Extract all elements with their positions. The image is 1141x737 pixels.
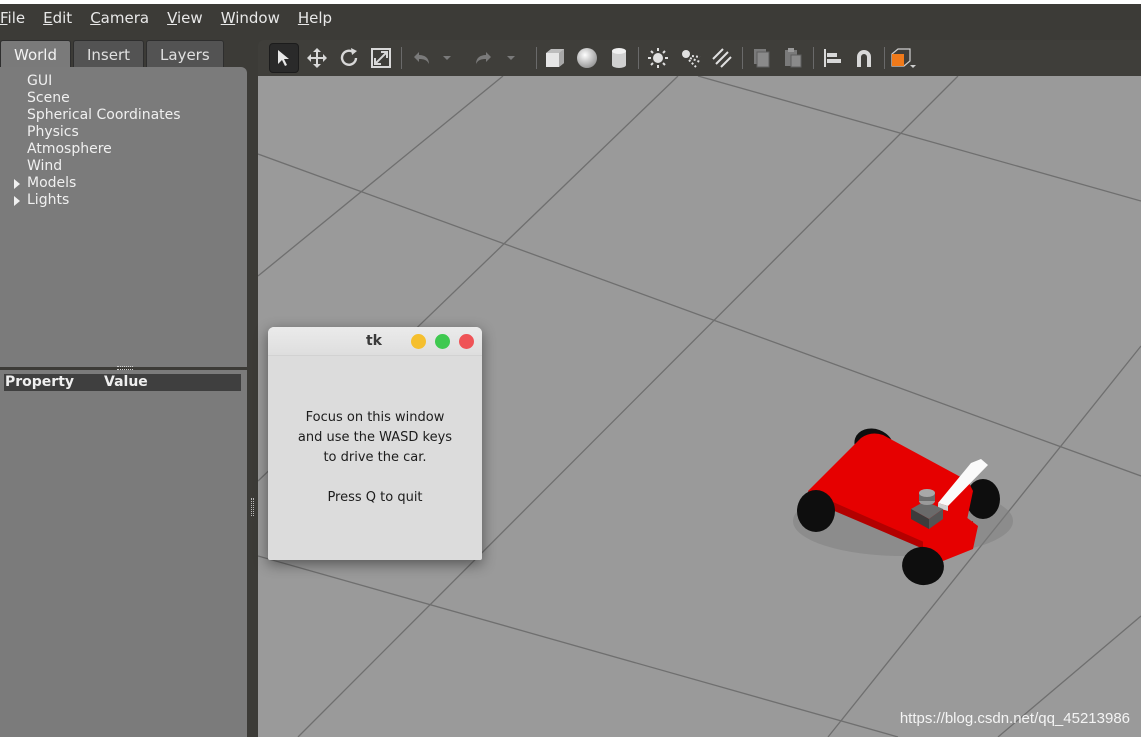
tk-message: Focus on this window and use the WASD ke… — [268, 408, 482, 508]
toolbar-separator — [401, 47, 402, 69]
tk-line-2: and use the WASD keys — [297, 430, 453, 445]
tree-item-lights[interactable]: Lights — [14, 192, 70, 209]
menu-help[interactable]: Help — [298, 9, 341, 27]
tree-item-atmosphere[interactable]: Atmosphere — [27, 141, 112, 158]
minimize-button[interactable] — [411, 334, 426, 349]
sphere-shape-icon[interactable] — [572, 43, 602, 73]
tree-item-scene[interactable]: Scene — [27, 90, 70, 107]
vertical-splitter[interactable] — [247, 32, 258, 737]
menu-edit[interactable]: Edit — [43, 9, 90, 27]
tree-item-lights-label: Lights — [27, 192, 70, 208]
toolbar-separator — [813, 47, 814, 69]
property-panel: Property Value — [0, 370, 247, 737]
tab-insert[interactable]: Insert — [73, 40, 145, 68]
box-shape-icon[interactable] — [540, 43, 570, 73]
menu-file[interactable]: File — [0, 9, 43, 27]
menubar: File Edit Camera View Window Help — [0, 4, 1141, 32]
paste-icon[interactable] — [778, 43, 808, 73]
view-angle-icon[interactable] — [888, 43, 918, 73]
property-header: Property Value — [4, 374, 241, 391]
expand-arrow-icon[interactable] — [14, 196, 20, 206]
tree-item-physics[interactable]: Physics — [27, 124, 79, 141]
toolbar-separator — [884, 47, 885, 69]
tree-item-models[interactable]: Models — [14, 175, 77, 192]
close-button[interactable] — [459, 334, 474, 349]
undo-dropdown-icon[interactable] — [438, 43, 456, 73]
scale-icon[interactable] — [366, 43, 396, 73]
toolbar — [258, 40, 1141, 76]
red-car-model[interactable] — [783, 421, 1033, 591]
spot-light-icon[interactable] — [675, 43, 705, 73]
gazebo-app: File Edit Camera View Window Help World … — [0, 0, 1141, 737]
menu-window[interactable]: Window — [221, 9, 298, 27]
redo-icon[interactable] — [469, 43, 499, 73]
redo-dropdown-icon[interactable] — [502, 43, 520, 73]
maximize-button[interactable] — [435, 334, 450, 349]
toolbar-separator — [638, 47, 639, 69]
directional-light-icon[interactable] — [707, 43, 737, 73]
property-column-header: Property — [5, 374, 75, 390]
expand-arrow-icon[interactable] — [14, 179, 20, 189]
toolbar-separator — [742, 47, 743, 69]
tree-item-gui[interactable]: GUI — [27, 73, 52, 90]
toolbar-separator — [536, 47, 537, 69]
value-column-header: Value — [104, 374, 148, 390]
tk-dialog[interactable]: tk Focus on this window and use the WASD… — [268, 327, 482, 560]
undo-icon[interactable] — [406, 43, 436, 73]
translate-icon[interactable] — [302, 43, 332, 73]
tab-world[interactable]: World — [0, 40, 71, 68]
snap-magnet-icon[interactable] — [849, 43, 879, 73]
copy-icon[interactable] — [746, 43, 776, 73]
watermark-text: https://blog.csdn.net/qq_45213986 — [899, 710, 1130, 727]
rotate-icon[interactable] — [334, 43, 364, 73]
tree-item-spherical-coordinates[interactable]: Spherical Coordinates — [27, 107, 181, 124]
tree-item-models-label: Models — [27, 175, 77, 191]
tk-spacer — [268, 468, 482, 488]
tab-layers[interactable]: Layers — [146, 40, 224, 68]
align-icon[interactable] — [817, 43, 847, 73]
point-light-icon[interactable] — [643, 43, 673, 73]
tk-line-1: Focus on this window — [305, 410, 445, 425]
tk-line-3: to drive the car. — [323, 450, 427, 465]
panel-tabs: World Insert Layers — [0, 40, 226, 68]
tk-line-4: Press Q to quit — [327, 490, 423, 505]
tree-item-wind[interactable]: Wind — [27, 158, 62, 175]
menu-view[interactable]: View — [167, 9, 221, 27]
vertical-splitter-handle[interactable] — [251, 498, 254, 516]
left-panel: World Insert Layers GUI Scene Spherical … — [0, 32, 250, 737]
menu-camera[interactable]: Camera — [90, 9, 167, 27]
cylinder-shape-icon[interactable] — [604, 43, 634, 73]
world-tree: GUI Scene Spherical Coordinates Physics … — [0, 67, 247, 367]
tk-titlebar[interactable]: tk — [268, 327, 482, 356]
select-arrow-icon[interactable] — [269, 43, 299, 73]
